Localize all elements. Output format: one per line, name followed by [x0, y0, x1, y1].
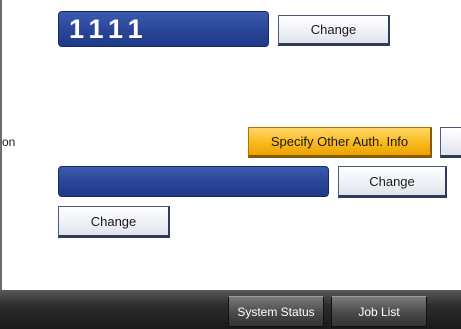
auth-info-label: on: [2, 135, 16, 149]
job-list-button[interactable]: Job List: [331, 296, 427, 327]
login-name-field: 1111: [58, 11, 269, 47]
system-status-button[interactable]: System Status: [228, 296, 324, 327]
specify-other-auth-info-button[interactable]: Specify Other Auth. Info: [248, 127, 432, 158]
change-password-button[interactable]: Change: [338, 166, 447, 198]
change-login-button[interactable]: Change: [278, 15, 390, 46]
partial-auth-button[interactable]: [440, 127, 461, 158]
password-field: [58, 166, 329, 197]
device-screen: 1111 Change on Specify Other Auth. Info …: [0, 0, 461, 329]
change-button[interactable]: Change: [58, 206, 170, 238]
